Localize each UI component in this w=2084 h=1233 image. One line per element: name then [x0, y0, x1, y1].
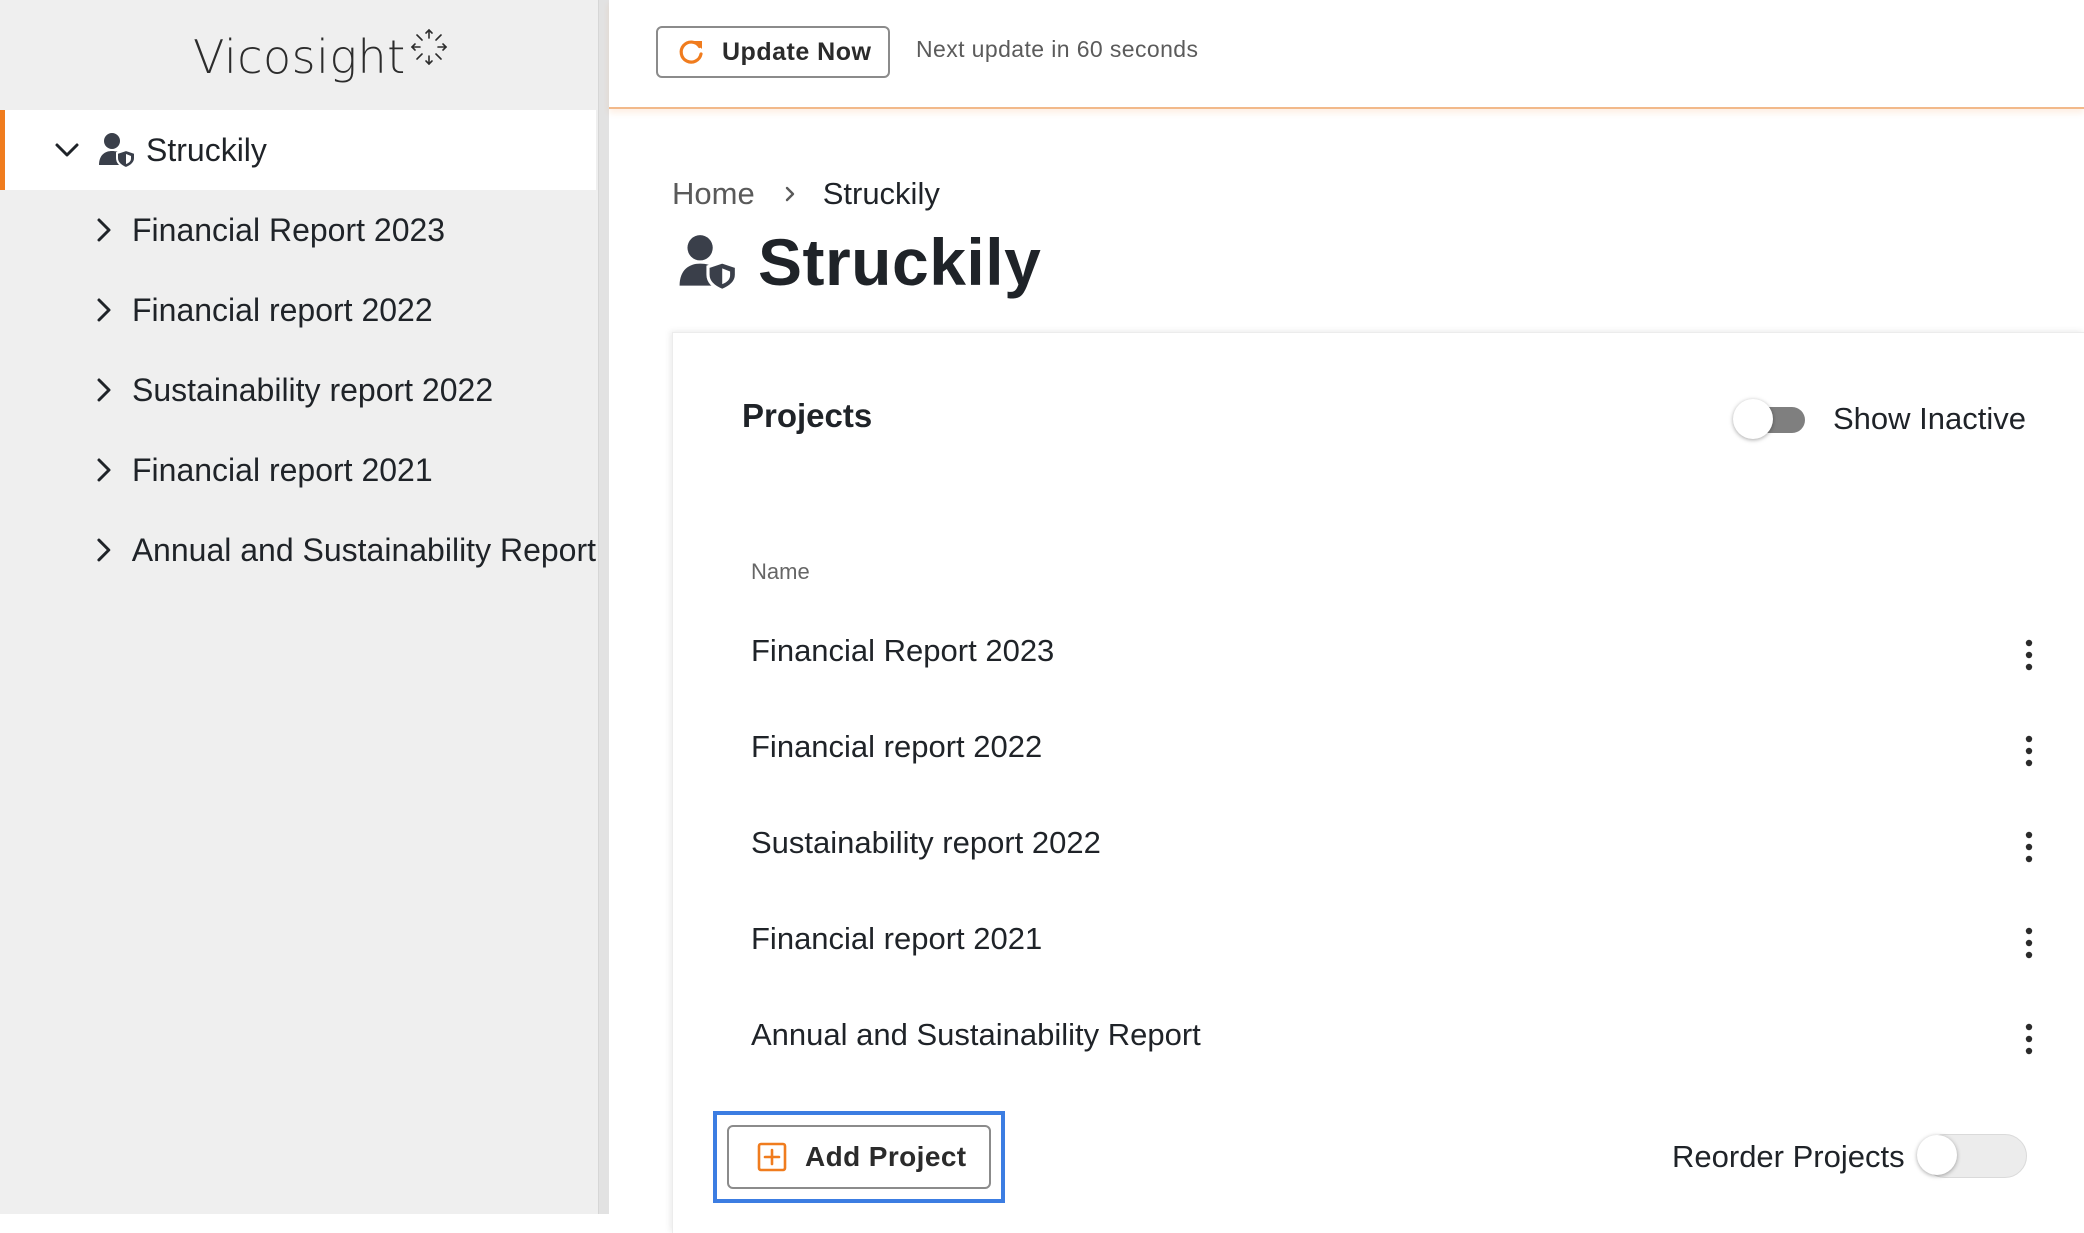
top-bar: Update Now Next update in 60 seconds — [609, 0, 2084, 109]
sidebar: Vicosight Struckily Financial Report 202… — [0, 0, 598, 1214]
more-vertical-icon[interactable] — [2023, 923, 2035, 963]
plus-square-icon — [757, 1142, 787, 1172]
show-inactive-label: Show Inactive — [1833, 401, 2026, 436]
sidebar-item-financial-report-2023[interactable]: Financial Report 2023 — [0, 190, 596, 270]
user-shield-icon — [679, 235, 738, 292]
breadcrumb-home[interactable]: Home — [672, 176, 755, 212]
chevron-down-icon[interactable] — [50, 133, 84, 167]
reorder-projects-label: Reorder Projects — [1672, 1139, 1905, 1174]
sidebar-item-sustainability-report-2022[interactable]: Sustainability report 2022 — [0, 350, 596, 430]
chevron-right-icon[interactable] — [90, 533, 118, 567]
projects-title: Projects — [742, 397, 873, 434]
logo-text: Vicosight — [193, 30, 406, 84]
toggle-knob — [1733, 399, 1773, 439]
sidebar-item-label: Financial report 2021 — [132, 451, 433, 488]
chevron-right-icon[interactable] — [90, 373, 118, 407]
sidebar-resize-handle[interactable] — [598, 0, 609, 1214]
breadcrumb: Home Struckily — [672, 176, 940, 212]
show-inactive-toggle[interactable] — [1733, 397, 1809, 441]
sidebar-item-annual-and-sustainability-report[interactable]: Annual and Sustainability Report — [0, 510, 596, 590]
sidebar-root-label: Struckily — [146, 131, 267, 168]
table-row[interactable]: Financial Report 2023 — [673, 607, 2084, 703]
chevron-right-icon[interactable] — [90, 453, 118, 487]
sidebar-item-financial-report-2022[interactable]: Financial report 2022 — [0, 270, 596, 350]
chevron-right-icon[interactable] — [90, 213, 118, 247]
add-project-label: Add Project — [805, 1141, 967, 1172]
sidebar-item-label: Sustainability report 2022 — [132, 371, 494, 408]
more-vertical-icon[interactable] — [2023, 635, 2035, 675]
logo[interactable]: Vicosight — [193, 22, 448, 92]
project-name[interactable]: Annual and Sustainability Report — [751, 1017, 1201, 1053]
update-now-label: Update Now — [722, 37, 872, 66]
chevron-right-icon — [785, 186, 794, 202]
sidebar-item-label: Financial Report 2023 — [132, 211, 446, 248]
table-row[interactable]: Annual and Sustainability Report — [673, 991, 2084, 1087]
project-name[interactable]: Financial report 2021 — [751, 921, 1042, 957]
reorder-projects-toggle[interactable] — [1915, 1134, 2027, 1178]
sidebar-item-label: Annual and Sustainability Report — [131, 531, 596, 568]
chevron-right-icon[interactable] — [90, 293, 118, 327]
table-row[interactable]: Sustainability report 2022 — [673, 799, 2084, 895]
refresh-icon — [679, 40, 703, 64]
more-vertical-icon[interactable] — [2023, 731, 2035, 771]
next-update-text: Next update in 60 seconds — [916, 36, 1199, 62]
toggle-knob — [1917, 1135, 1957, 1175]
project-name[interactable]: Financial report 2022 — [751, 729, 1042, 765]
sidebar-item-financial-report-2021[interactable]: Financial report 2021 — [0, 430, 596, 510]
project-name[interactable]: Financial Report 2023 — [751, 633, 1054, 669]
table-row[interactable]: Financial report 2021 — [673, 895, 2084, 991]
sidebar-item-label: Financial report 2022 — [132, 291, 433, 328]
logo-sparkle-icon — [410, 28, 447, 66]
more-vertical-icon[interactable] — [2023, 827, 2035, 867]
table-row[interactable]: Financial report 2022 — [673, 703, 2084, 799]
more-vertical-icon[interactable] — [2023, 1019, 2035, 1059]
column-header-name[interactable]: Name — [751, 559, 810, 585]
sidebar-item-struckily[interactable]: Struckily — [0, 110, 596, 190]
projects-card: Projects Show Inactive Name Financial Re… — [672, 332, 2084, 1233]
add-project-button[interactable]: Add Project — [727, 1125, 991, 1189]
page-title: Struckily — [678, 224, 1041, 300]
user-shield-icon — [99, 133, 136, 169]
update-now-button[interactable]: Update Now — [656, 26, 890, 78]
breadcrumb-current: Struckily — [822, 176, 940, 211]
project-name[interactable]: Sustainability report 2022 — [751, 825, 1101, 861]
page-title-text: Struckily — [758, 225, 1042, 299]
